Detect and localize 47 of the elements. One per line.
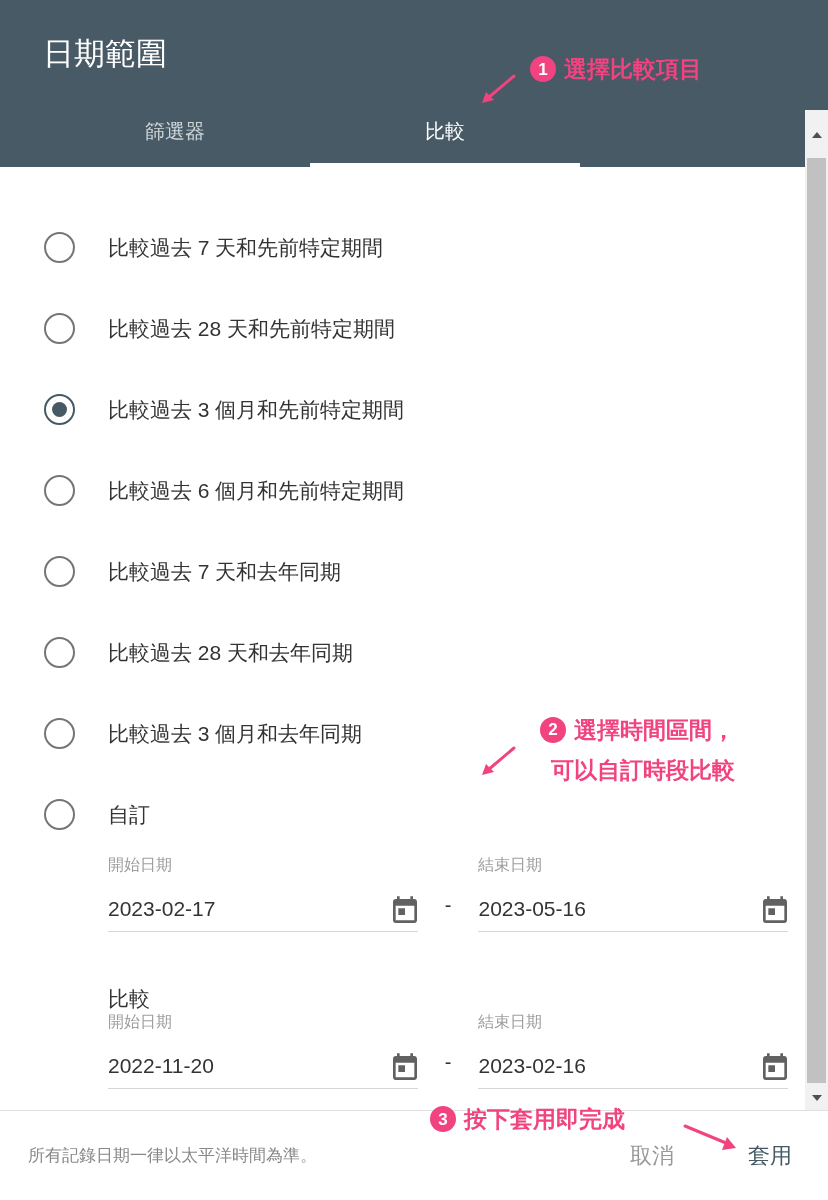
radio-button[interactable] — [44, 232, 75, 263]
step-number: 2 — [540, 717, 566, 743]
field-label: 開始日期 — [108, 1012, 173, 1032]
radio-button[interactable] — [44, 718, 75, 749]
date-field[interactable]: 2023-05-16 — [478, 891, 788, 932]
radio-button[interactable] — [44, 637, 75, 668]
option-label[interactable]: 比較過去 6 個月和先前特定期間 — [108, 474, 405, 507]
scrollbar[interactable] — [805, 110, 828, 1110]
radio-button[interactable] — [44, 394, 75, 425]
option-label[interactable]: 比較過去 3 個月和先前特定期間 — [108, 393, 405, 426]
calendar-icon[interactable] — [762, 895, 788, 923]
callout-text: 選擇時間區間， — [574, 716, 735, 745]
option-label[interactable]: 比較過去 7 天和先前特定期間 — [108, 231, 384, 264]
option-label[interactable]: 比較過去 7 天和去年同期 — [108, 555, 342, 588]
date-field[interactable]: 2023-02-16 — [478, 1048, 788, 1089]
callout-text: 可以自訂時段比較 — [551, 756, 735, 785]
scroll-thumb[interactable] — [807, 158, 826, 1083]
option-label[interactable]: 自訂 — [108, 798, 150, 831]
radio-button[interactable] — [44, 475, 75, 506]
apply-button[interactable]: 套用 — [748, 1139, 792, 1172]
date-field[interactable]: 2022-11-20 — [108, 1048, 418, 1089]
field-label: 結束日期 — [478, 855, 544, 875]
callout-text: 按下套用即完成 — [464, 1105, 625, 1134]
date-field[interactable]: 2023-02-17 — [108, 891, 418, 932]
dialog-title: 日期範圍 — [43, 35, 167, 73]
calendar-icon[interactable] — [391, 895, 418, 923]
radio-button[interactable] — [44, 799, 75, 830]
pointer-arrow — [682, 1122, 738, 1152]
field-label: 開始日期 — [108, 855, 173, 875]
range-separator: - — [443, 893, 453, 918]
scroll-down-icon[interactable] — [811, 1095, 822, 1101]
tab[interactable]: 篩選器 — [40, 105, 310, 167]
footer-note: 所有記錄日期一律以太平洋時間為準。 — [28, 1144, 317, 1167]
callout-text: 選擇比較項目 — [564, 55, 702, 84]
option-label[interactable]: 比較過去 3 個月和去年同期 — [108, 717, 363, 750]
calendar-icon[interactable] — [391, 1052, 418, 1080]
field-label: 結束日期 — [478, 1012, 544, 1032]
radio-button[interactable] — [44, 556, 75, 587]
radio-button[interactable] — [44, 313, 75, 344]
step-number: 3 — [430, 1106, 456, 1133]
option-label[interactable]: 比較過去 28 天和先前特定期間 — [108, 312, 396, 345]
scroll-up-icon[interactable] — [811, 132, 822, 138]
range-separator: - — [443, 1050, 453, 1075]
calendar-icon[interactable] — [762, 1052, 788, 1080]
section-heading: 比較 — [108, 988, 150, 1010]
tab[interactable]: 比較 — [310, 105, 580, 167]
option-label[interactable]: 比較過去 28 天和去年同期 — [108, 636, 354, 669]
